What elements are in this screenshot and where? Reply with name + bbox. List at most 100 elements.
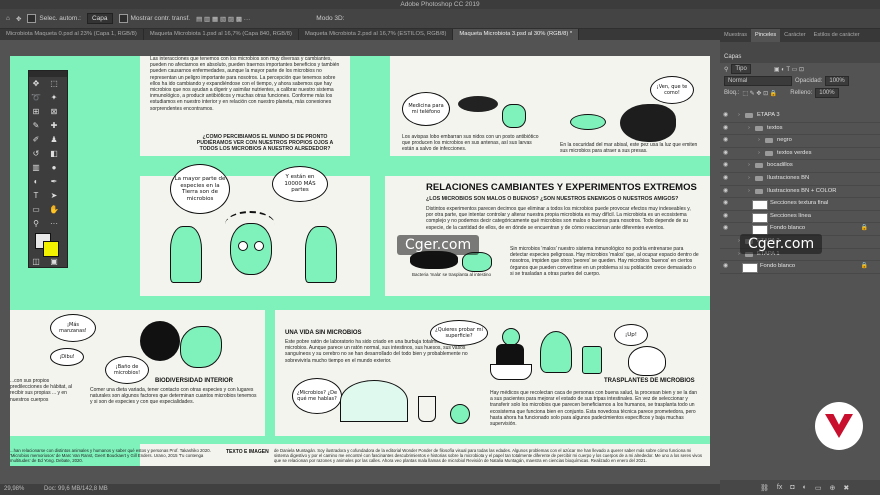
folder-icon[interactable]: ▭ (815, 484, 822, 492)
tab-caracter[interactable]: Carácter (780, 29, 809, 42)
bubble-bano: ¡Baño de microbios! (105, 356, 149, 384)
visibility-eye-icon[interactable]: ◉ (723, 211, 728, 223)
filter-icons[interactable]: ▣ ◐ T ▭ ⊡ (774, 66, 804, 73)
quick-mask-icon[interactable]: ◫ (29, 255, 43, 267)
transplant-text: Hay médicos que recolectan caca de perso… (490, 390, 698, 428)
folder-icon (745, 113, 753, 118)
hand-tool-icon[interactable]: ✋ (47, 203, 61, 215)
align-icons[interactable]: ▤ ▥ ▦ ▧ ▨ ▩ ··· (196, 15, 250, 23)
healing-brush-icon[interactable]: ✚ (47, 119, 61, 131)
marquee-tool-icon[interactable]: ⬚ (47, 77, 61, 89)
frame-tool-icon[interactable]: ⊠ (47, 105, 61, 117)
layer-row[interactable]: ◉ Fondo blanco 🔒 (720, 261, 880, 274)
link-icon[interactable]: ⛓ (760, 484, 769, 492)
expand-chevron-icon[interactable]: › (738, 110, 740, 122)
visibility-eye-icon[interactable]: ◉ (723, 173, 728, 185)
eyedropper-icon[interactable]: ✎ (29, 119, 43, 131)
fx-icon[interactable]: fx (777, 484, 782, 491)
visibility-eye-icon[interactable]: ◉ (723, 223, 728, 235)
transform-toggle[interactable]: Mostrar contr. transf. (118, 14, 190, 23)
expand-chevron-icon[interactable]: › (748, 186, 750, 198)
layers-filter-row: ⚲ Tipo ▣ ◐ T ▭ ⊡ (720, 63, 880, 75)
visibility-eye-icon[interactable]: ◉ (723, 148, 728, 160)
lock-icon: 🔒 (860, 225, 868, 232)
opacity-input[interactable]: 100% (825, 76, 849, 86)
visibility-eye-icon[interactable]: ◉ (723, 186, 728, 198)
expand-chevron-icon[interactable]: › (748, 160, 750, 172)
tab-doc-2[interactable]: Maqueta Microbiota 2.psd al 16,7% (ESTIL… (299, 29, 454, 40)
text-abyss: En la oscuridad del mar abisal, este pez… (560, 142, 698, 155)
layer-name: bocadillos (767, 162, 793, 169)
document-artboard[interactable]: Las interacciones que tenemos con los mi… (10, 56, 710, 466)
crop-tool-icon[interactable]: ⊞ (29, 105, 43, 117)
visibility-eye-icon[interactable]: ◉ (723, 123, 728, 135)
canvas-area[interactable]: Las interacciones que tenemos con los mi… (0, 40, 720, 484)
layer-row[interactable]: ◉ › ETAPA 3 (720, 110, 880, 123)
expand-chevron-icon[interactable]: › (748, 173, 750, 185)
blur-tool-icon[interactable]: ● (47, 161, 61, 173)
boy-illustration (220, 211, 280, 281)
lasso-tool-icon[interactable]: ➰ (29, 91, 43, 103)
tab-doc-0[interactable]: Microbiota Maqueta 0.psd al 23% (Capa 1,… (0, 29, 144, 40)
tab-doc-3[interactable]: Maqueta Microbiota 3.psd al 30% (RGB/8) … (453, 29, 580, 40)
expand-chevron-icon[interactable]: › (748, 123, 750, 135)
stamp-tool-icon[interactable]: ♟ (47, 133, 61, 145)
layer-row[interactable]: ◉ Secciones textura final (720, 198, 880, 211)
brush-tool-icon[interactable]: ✐ (29, 133, 43, 145)
mask-icon[interactable]: ◘ (790, 484, 794, 491)
zoom-level[interactable]: 29,98% (4, 486, 24, 492)
tab-doc-1[interactable]: Maqueta Microbiota 1.psd al 16,7% (Capa … (144, 29, 299, 40)
layer-row[interactable]: ◉ › textos (720, 123, 880, 136)
path-select-icon[interactable]: ➤ (47, 189, 61, 201)
dodge-tool-icon[interactable]: ◐ (29, 175, 43, 187)
layer-filter-dropdown[interactable]: Tipo (731, 64, 751, 74)
more-tools-icon[interactable]: ··· (47, 217, 61, 229)
funnel-illustration (540, 331, 572, 373)
home-icon[interactable]: ⌂ (6, 15, 10, 22)
lock-icons[interactable]: ⬚ ✎ ✥ ⊡ 🔒 (742, 90, 777, 97)
layer-row[interactable]: ◉ › Ilustraciones BN (720, 173, 880, 186)
layer-row[interactable]: ◉ › textos verdes (720, 148, 880, 161)
visibility-eye-icon[interactable]: ◉ (723, 261, 728, 273)
options-bar: ⌂ ✥ Selec. autom.: Capa Mostrar contr. t… (0, 9, 880, 29)
zoom-tool-icon[interactable]: ⚲ (29, 217, 43, 229)
tab-muestras[interactable]: Muestras (720, 29, 751, 42)
magic-wand-icon[interactable]: ✦ (47, 91, 61, 103)
adjustment-icon[interactable]: ◐ (803, 484, 807, 491)
expand-chevron-icon[interactable]: › (758, 148, 760, 160)
new-layer-icon[interactable]: ⊕ (829, 484, 835, 492)
layer-row[interactable]: ◉ › bocadillos (720, 160, 880, 173)
eraser-tool-icon[interactable]: ◧ (47, 147, 61, 159)
layer-name: Secciones textura final (770, 200, 829, 207)
layers-panel-title[interactable]: Capas (720, 52, 880, 63)
autoselect-dropdown[interactable]: Capa (86, 13, 113, 24)
layer-row[interactable]: ◉ › negro (720, 135, 880, 148)
layer-row[interactable]: ◉ › Ilustraciones BN + COLOR (720, 186, 880, 199)
history-brush-icon[interactable]: ↺ (29, 147, 43, 159)
gradient-tool-icon[interactable]: ▥ (29, 161, 43, 173)
tab-estilos[interactable]: Estilos de carácter (810, 29, 864, 42)
transplant-title: TRASPLANTES DE MICROBIOS (604, 378, 695, 384)
visibility-eye-icon[interactable]: ◉ (723, 160, 728, 172)
bubble-superficie: ¿Quieres probar mi superficie? (430, 320, 488, 346)
trash-icon[interactable]: ✖ (843, 484, 849, 492)
layer-name: Ilustraciones BN + COLOR (767, 187, 837, 194)
pen-tool-icon[interactable]: ✒ (47, 175, 61, 187)
expand-chevron-icon[interactable]: › (758, 135, 760, 147)
autoselect-checkbox[interactable] (27, 14, 37, 23)
visibility-eye-icon[interactable]: ◉ (723, 198, 728, 210)
autoselect-toggle[interactable]: Selec. autom.: (27, 14, 81, 23)
layer-row[interactable]: ◉ Secciones línea (720, 211, 880, 224)
move-tool-icon[interactable]: ✥ (29, 77, 43, 89)
shape-tool-icon[interactable]: ▭ (29, 203, 43, 215)
move-tool-icon[interactable]: ✥ (16, 15, 21, 23)
screen-mode-icon[interactable]: ▣ (47, 255, 61, 267)
visibility-eye-icon[interactable]: ◉ (723, 110, 728, 122)
tab-pinceles[interactable]: Pinceles (751, 29, 781, 42)
blend-mode-dropdown[interactable]: Normal (724, 76, 792, 86)
transform-checkbox[interactable] (118, 14, 128, 23)
visibility-eye-icon[interactable]: ◉ (723, 135, 728, 147)
mint-band-mid (140, 156, 710, 176)
type-tool-icon[interactable]: T (29, 189, 43, 201)
fill-input[interactable]: 100% (815, 88, 839, 98)
